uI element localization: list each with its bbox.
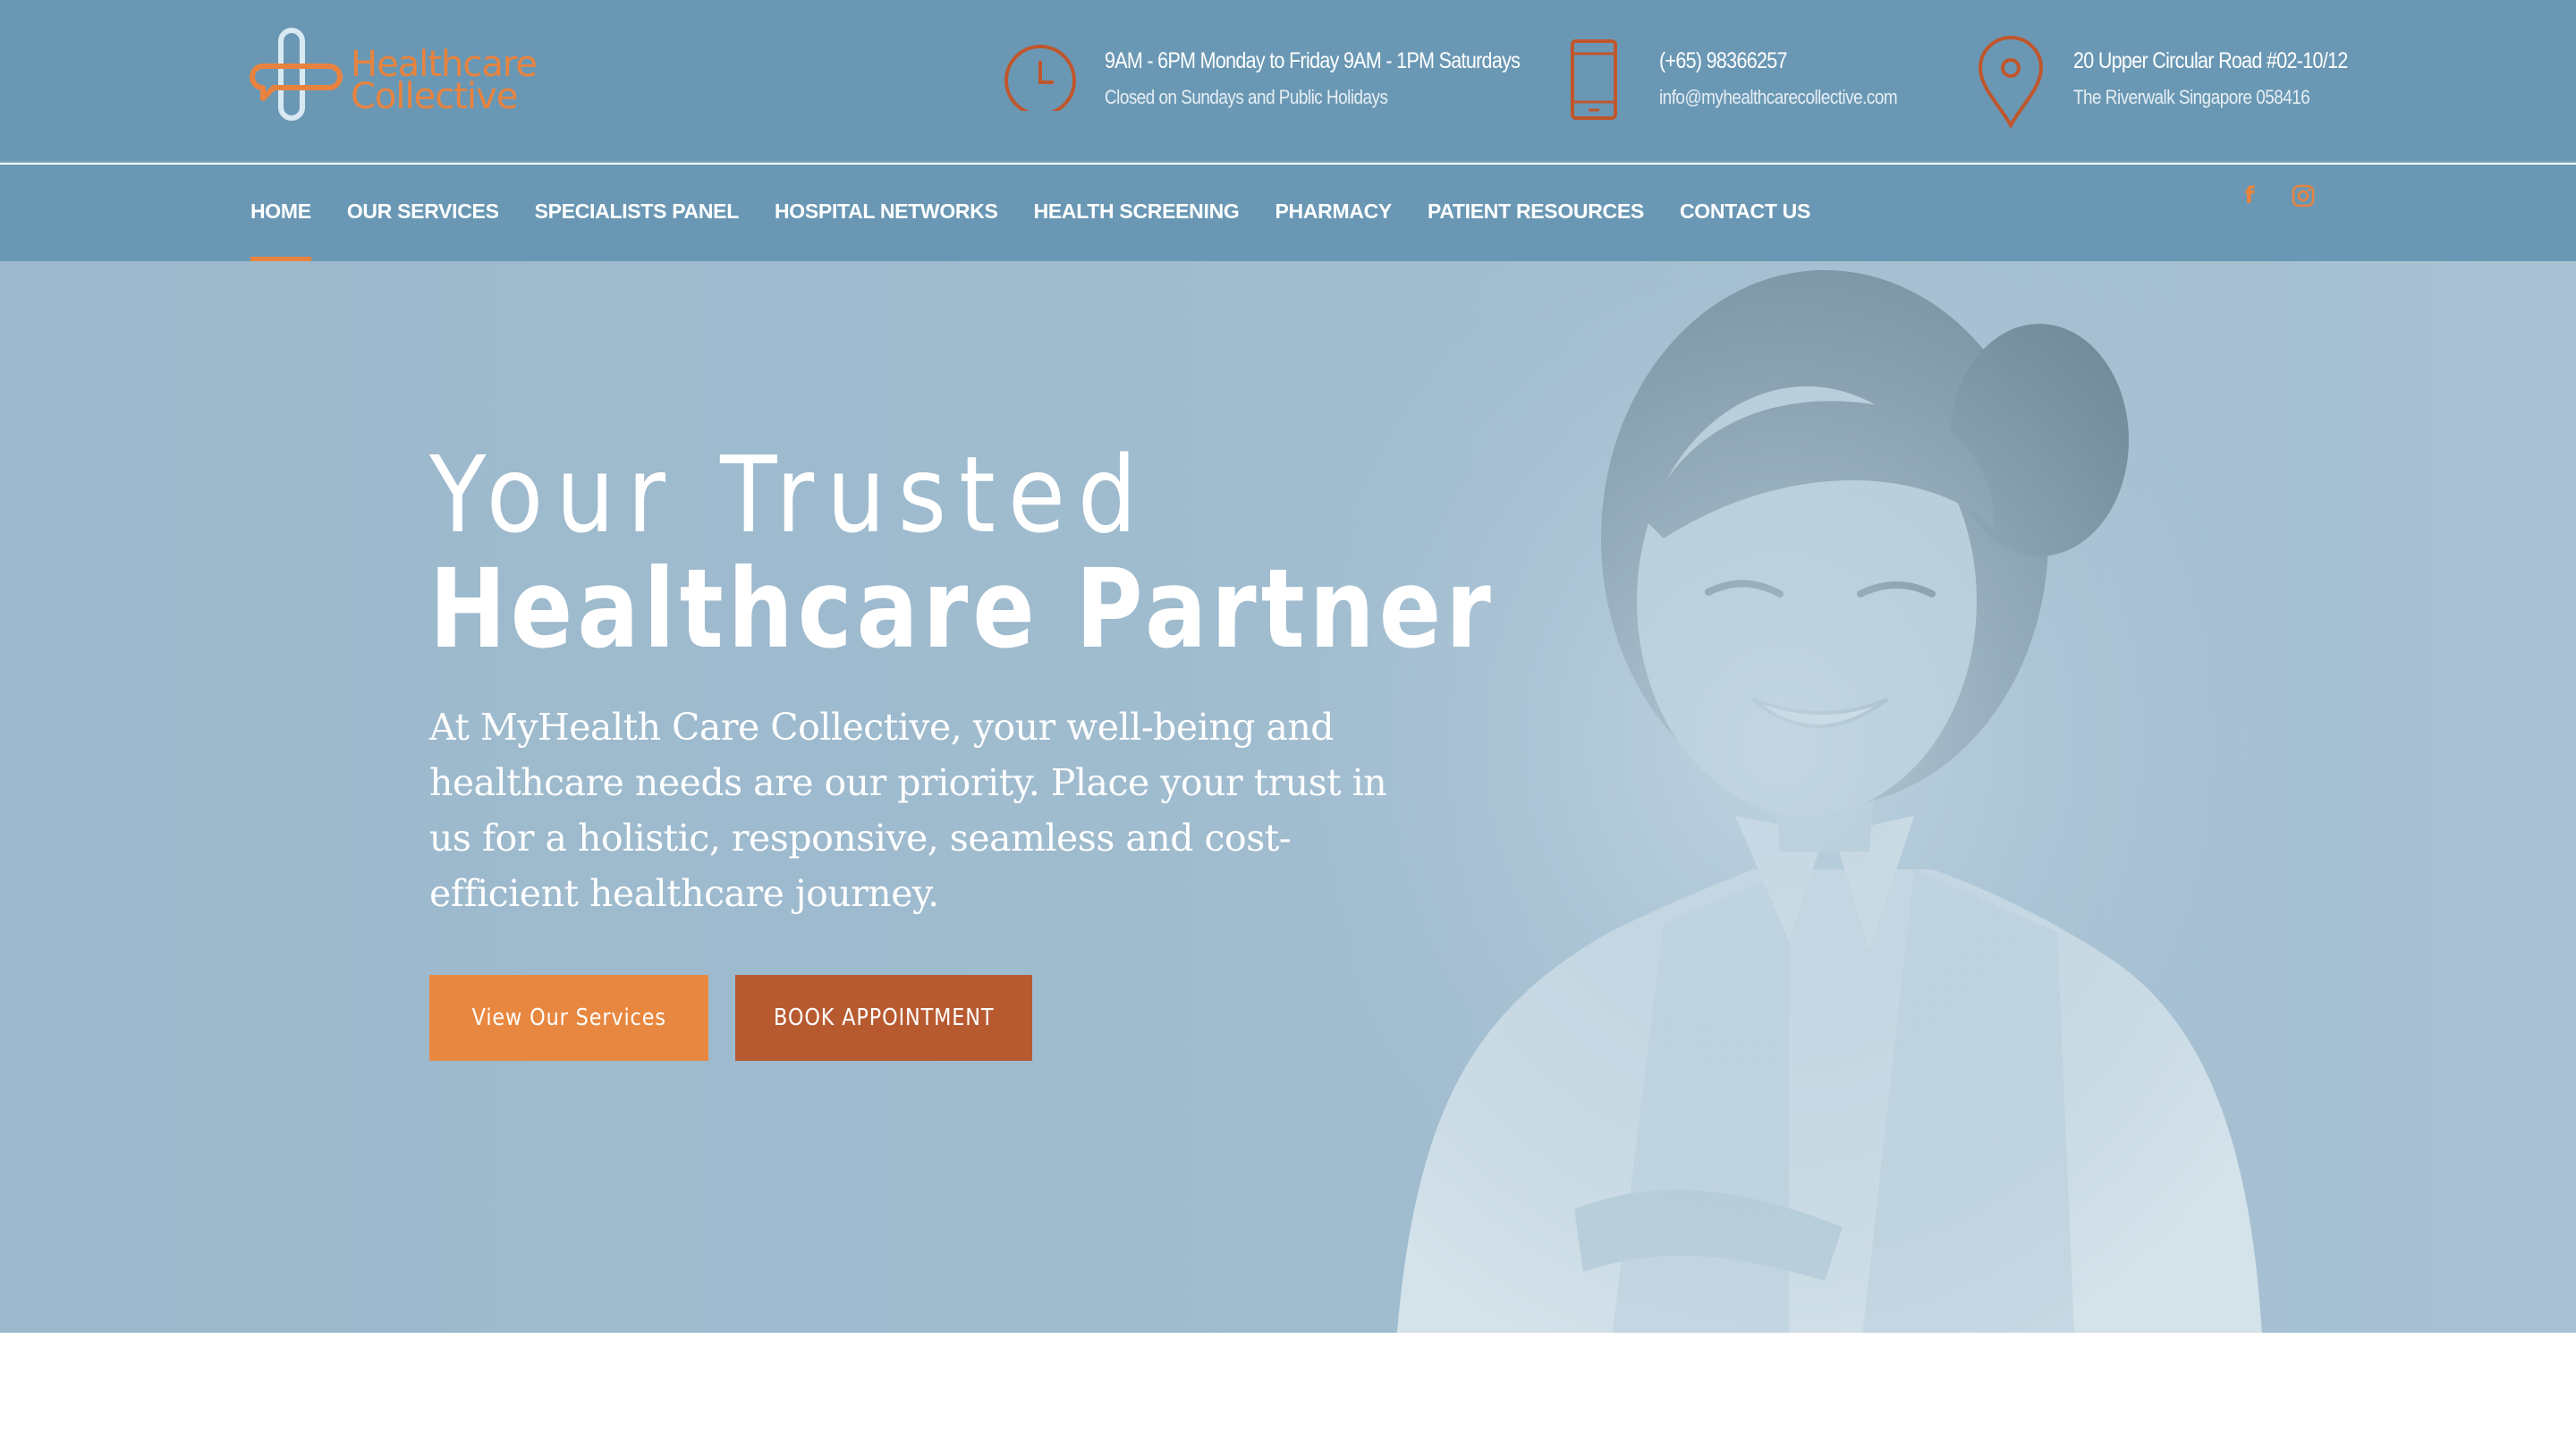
nav-item-pharmacy[interactable]: PHARMACY [1275,165,1392,261]
instagram-icon[interactable] [2290,182,2317,209]
book-appointment-button[interactable]: BOOK APPOINTMENT [735,975,1032,1061]
hero-headline-line-1: Your Trusted [429,433,1149,556]
top-header: Healthcare Collective 9AM - 6PM Monday t… [0,0,2576,163]
logo-line-2: Collective [351,76,518,117]
hero-headline-line-2: Healthcare Partner [429,546,1496,673]
facebook-icon[interactable]: f [2236,182,2263,209]
nav-item-home[interactable]: HOME [250,165,311,261]
logo-cross-icon [250,28,343,121]
nav-menu: HOME OUR SERVICES SPECIALISTS PANEL HOSP… [250,165,1846,261]
phone-icon [1571,39,1617,120]
hero-banner: Your Trusted Healthcare Partner At MyHea… [0,261,2576,1333]
clock-icon [1004,45,1076,111]
nav-item-contact-us[interactable]: CONTACT US [1680,165,1810,261]
nav-item-our-services[interactable]: OUR SERVICES [347,165,499,261]
site-logo[interactable]: Healthcare Collective [247,27,551,125]
phone-number[interactable]: (+65) 98366257 [1659,48,1787,74]
main-navigation: HOME OUR SERVICES SPECIALISTS PANEL HOSP… [0,165,2576,261]
address-street: 20 Upper Circular Road #02-10/12 [2073,48,2348,73]
email-address[interactable]: info@myhealthcarecollective.com [1659,86,1898,109]
opening-hours: 9AM - 6PM Monday to Friday 9AM - 1PM Sat… [1002,34,1521,132]
nav-item-health-screening[interactable]: HEALTH SCREENING [1034,165,1240,261]
logo-wordmark: Healthcare Collective [351,47,538,117]
map-pin-icon [1978,36,2044,129]
nav-item-patient-resources[interactable]: PATIENT RESOURCES [1428,165,1644,261]
hours-weekdays: 9AM - 6PM Monday to Friday 9AM - 1PM Sat… [1105,48,1521,73]
contact-info: (+65) 98366257 info@myhealthcarecollecti… [1567,34,1961,132]
view-services-label: View Our Services [471,1004,666,1031]
book-appointment-label: BOOK APPOINTMENT [773,1004,995,1031]
view-services-button[interactable]: View Our Services [429,975,708,1061]
nav-item-hospital-networks[interactable]: HOSPITAL NETWORKS [775,165,998,261]
hero-description: At MyHealth Care Collective, your well-b… [429,706,1387,915]
doctor-portrait-image [1288,261,2272,1333]
clinic-address: 20 Upper Circular Road #02-10/12 The Riv… [1975,34,2351,132]
nav-item-specialists-panel[interactable]: SPECIALISTS PANEL [535,165,740,261]
hours-closed: Closed on Sundays and Public Holidays [1105,86,1388,108]
address-city: The Riverwalk Singapore 058416 [2073,86,2310,108]
